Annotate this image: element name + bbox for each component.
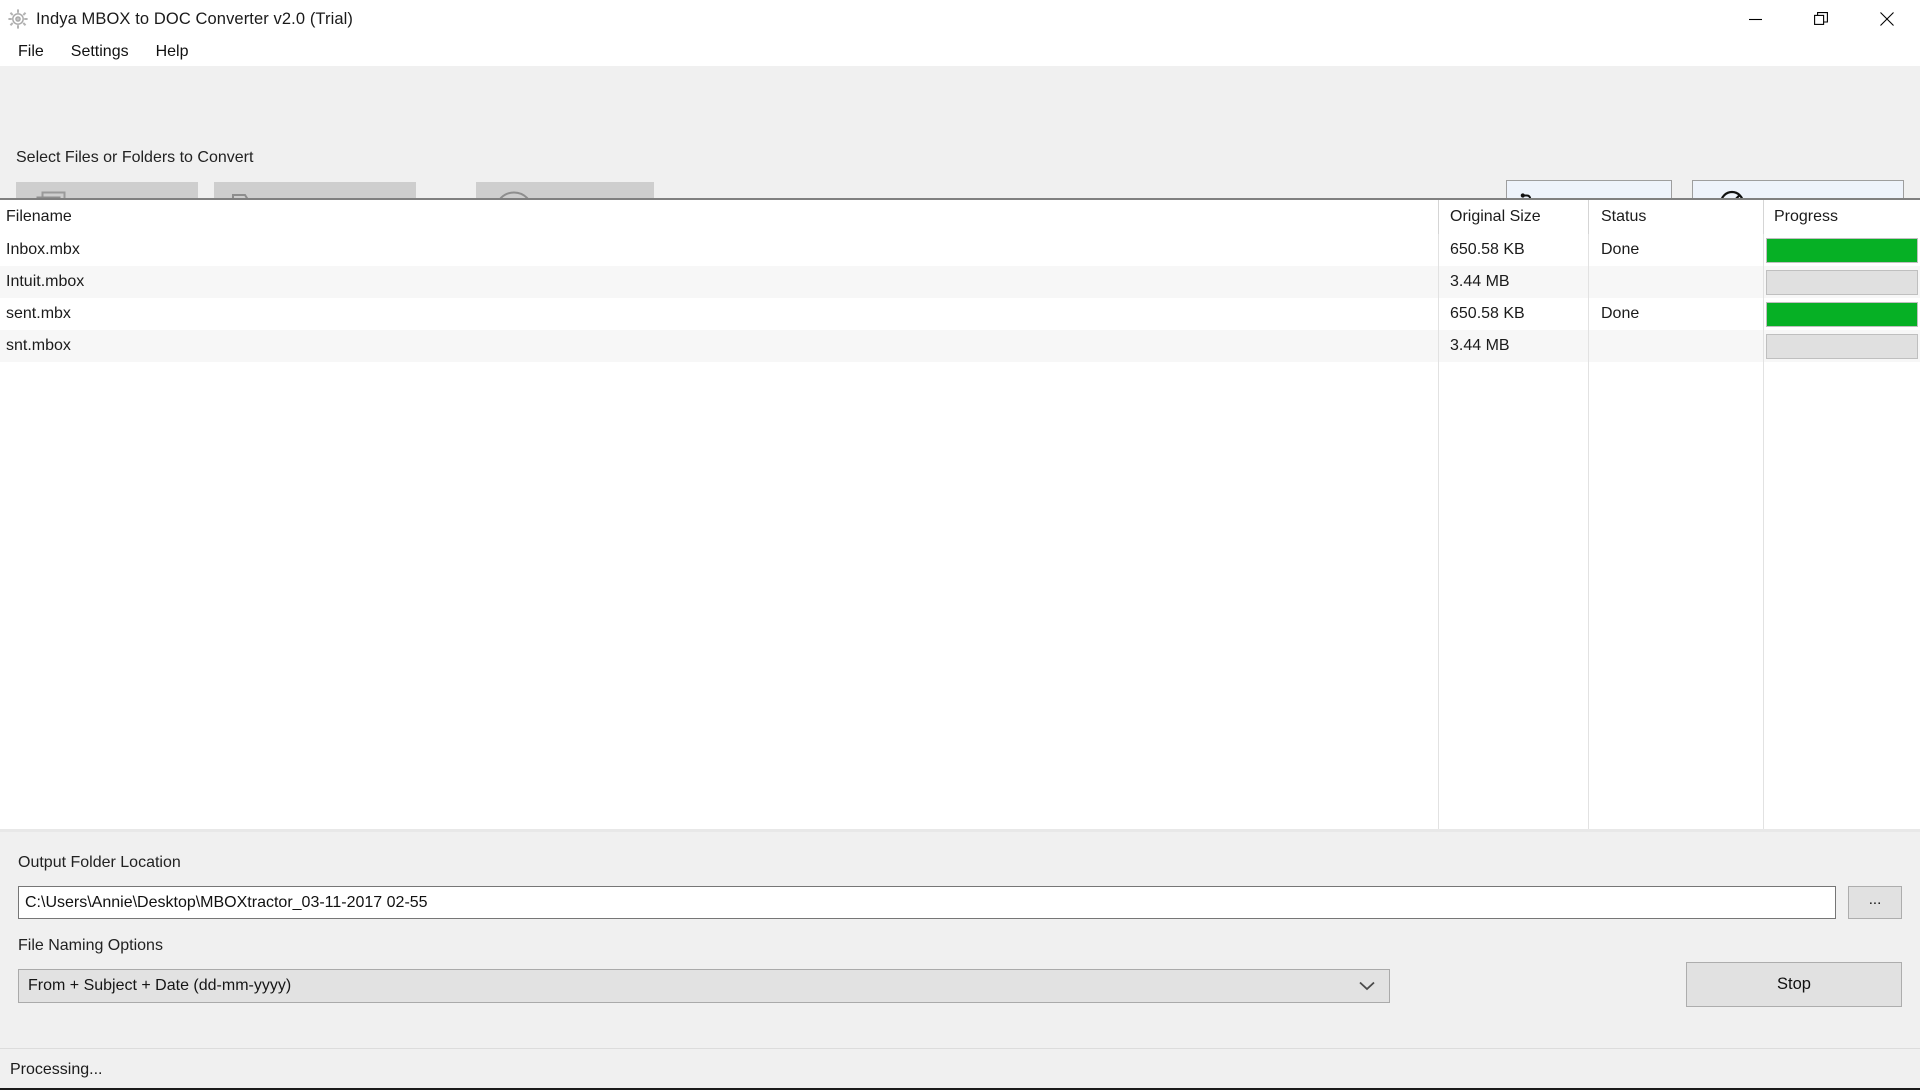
- restore-button[interactable]: [1788, 0, 1854, 38]
- column-header-filename[interactable]: Filename: [0, 200, 1438, 234]
- stop-button[interactable]: Stop: [1686, 962, 1902, 1007]
- file-naming-selected-value: From + Subject + Date (dd-mm-yyyy): [28, 977, 292, 994]
- progress-bar: [1766, 301, 1918, 327]
- progress-bar: [1766, 237, 1918, 263]
- table-row[interactable]: Inbox.mbx 650.58 KB Done: [0, 234, 1920, 266]
- column-rulers: [0, 362, 1920, 829]
- menu-item-settings[interactable]: Settings: [62, 41, 141, 64]
- progress-bar-fill: [1767, 238, 1917, 262]
- window-controls: [1722, 0, 1920, 38]
- cell-progress: [1763, 330, 1920, 362]
- progress-bar: [1766, 269, 1918, 295]
- column-header-status[interactable]: Status: [1588, 200, 1763, 234]
- cell-progress: [1763, 298, 1920, 330]
- table-row[interactable]: snt.mbox 3.44 MB: [0, 330, 1920, 362]
- window-title: Indya MBOX to DOC Converter v2.0 (Trial): [36, 9, 353, 28]
- cell-status: Done: [1588, 298, 1763, 330]
- close-icon: [1880, 12, 1894, 26]
- toolbar-panel: Select Files or Folders to Convert Add F…: [0, 66, 1920, 240]
- cell-status: [1588, 330, 1763, 362]
- menu-item-file[interactable]: File: [9, 41, 56, 64]
- menu-item-help[interactable]: Help: [147, 41, 201, 64]
- status-message: Processing...: [10, 1060, 103, 1078]
- cell-filename: Intuit.mbox: [6, 273, 85, 290]
- select-files-section-label: Select Files or Folders to Convert: [16, 149, 254, 166]
- cell-status: [1588, 266, 1763, 298]
- progress-bar: [1766, 333, 1918, 359]
- table-row[interactable]: Intuit.mbox 3.44 MB: [0, 266, 1920, 298]
- minimize-icon: [1748, 18, 1762, 20]
- gear-icon: [8, 9, 28, 29]
- column-header-progress[interactable]: Progress: [1763, 200, 1920, 234]
- cell-size: 650.58 KB: [1438, 298, 1588, 330]
- close-button[interactable]: [1854, 0, 1920, 38]
- cell-progress: [1763, 234, 1920, 266]
- output-options-panel: Output Folder Location ... File Naming O…: [0, 832, 1920, 1048]
- browse-folder-button[interactable]: ...: [1848, 886, 1902, 919]
- cell-progress: [1763, 266, 1920, 298]
- restore-icon: [1814, 12, 1828, 25]
- menu-bar: File Settings Help: [0, 38, 1920, 66]
- table-row[interactable]: sent.mbx 650.58 KB Done: [0, 298, 1920, 330]
- file-naming-options-select[interactable]: From + Subject + Date (dd-mm-yyyy): [18, 969, 1390, 1003]
- output-folder-label: Output Folder Location: [18, 854, 181, 871]
- file-naming-options-label: File Naming Options: [18, 937, 163, 954]
- cell-size: 650.58 KB: [1438, 234, 1588, 266]
- progress-bar-fill: [1767, 302, 1917, 326]
- cell-filename: snt.mbox: [6, 337, 71, 354]
- table-header-row: Filename Original Size Status Progress: [0, 200, 1920, 234]
- cell-size: 3.44 MB: [1438, 330, 1588, 362]
- output-folder-input[interactable]: [18, 886, 1836, 919]
- title-bar: Indya MBOX to DOC Converter v2.0 (Trial): [0, 0, 1920, 38]
- minimize-button[interactable]: [1722, 0, 1788, 38]
- column-header-original-size[interactable]: Original Size: [1438, 200, 1588, 234]
- file-table: Filename Original Size Status Progress I…: [0, 200, 1920, 832]
- chevron-down-icon: [1359, 981, 1389, 991]
- cell-size: 3.44 MB: [1438, 266, 1588, 298]
- cell-filename: Inbox.mbx: [6, 241, 80, 258]
- cell-filename: sent.mbx: [6, 305, 71, 322]
- cell-status: Done: [1588, 234, 1763, 266]
- status-bar: Processing...: [0, 1048, 1920, 1090]
